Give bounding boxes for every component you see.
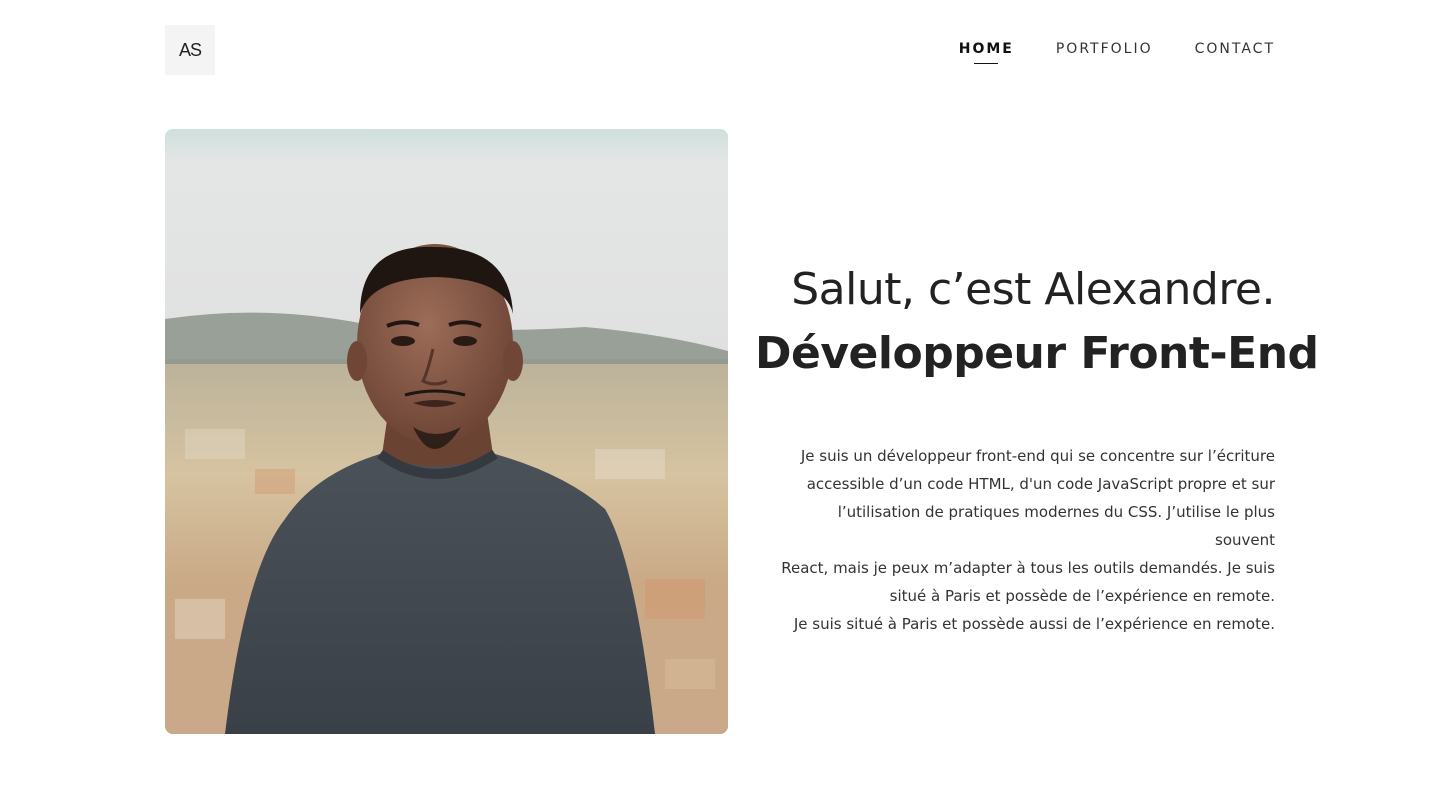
bio-line: accessible d’un code HTML, d'un code Jav… (806, 475, 1275, 493)
logo[interactable]: AS (165, 25, 215, 75)
profile-photo-illustration (165, 129, 728, 734)
bio-line: React, mais je peux m’adapter à tous les… (781, 559, 1275, 577)
nav-portfolio-label: PORTFOLIO (1055, 41, 1153, 57)
nav-contact-label: CONTACT (1194, 41, 1275, 57)
bio-line: Je suis un développeur front-end qui se … (800, 447, 1275, 465)
page: AS HOME PORTFOLIO CONTACT Salut, c’est A… (0, 0, 1440, 790)
bio-line: Je suis situé à Paris et possède aussi d… (793, 615, 1275, 633)
profile-photo (165, 129, 728, 734)
active-underline (974, 63, 999, 64)
nav-contact-link[interactable]: CONTACT (1195, 41, 1275, 57)
bio-text: Je suis un développeur front-end qui se … (775, 442, 1275, 638)
hero-title: Salut, c’est Alexandre. (791, 264, 1275, 315)
nav-home-link[interactable]: HOME (958, 41, 1014, 64)
main-nav: HOME PORTFOLIO CONTACT (958, 41, 1275, 64)
hero-heading: Salut, c’est Alexandre. Développeur Fron… (755, 258, 1319, 386)
hero-subtitle: Développeur Front-End (755, 328, 1319, 379)
nav-portfolio-link[interactable]: PORTFOLIO (1056, 41, 1153, 57)
nav-home-label: HOME (958, 41, 1014, 57)
bio-line: situé à Paris et possède de l’expérience… (889, 587, 1275, 605)
bio-line: l’utilisation de pratiques modernes du C… (837, 503, 1275, 549)
site-header: AS HOME PORTFOLIO CONTACT (165, 25, 1275, 75)
